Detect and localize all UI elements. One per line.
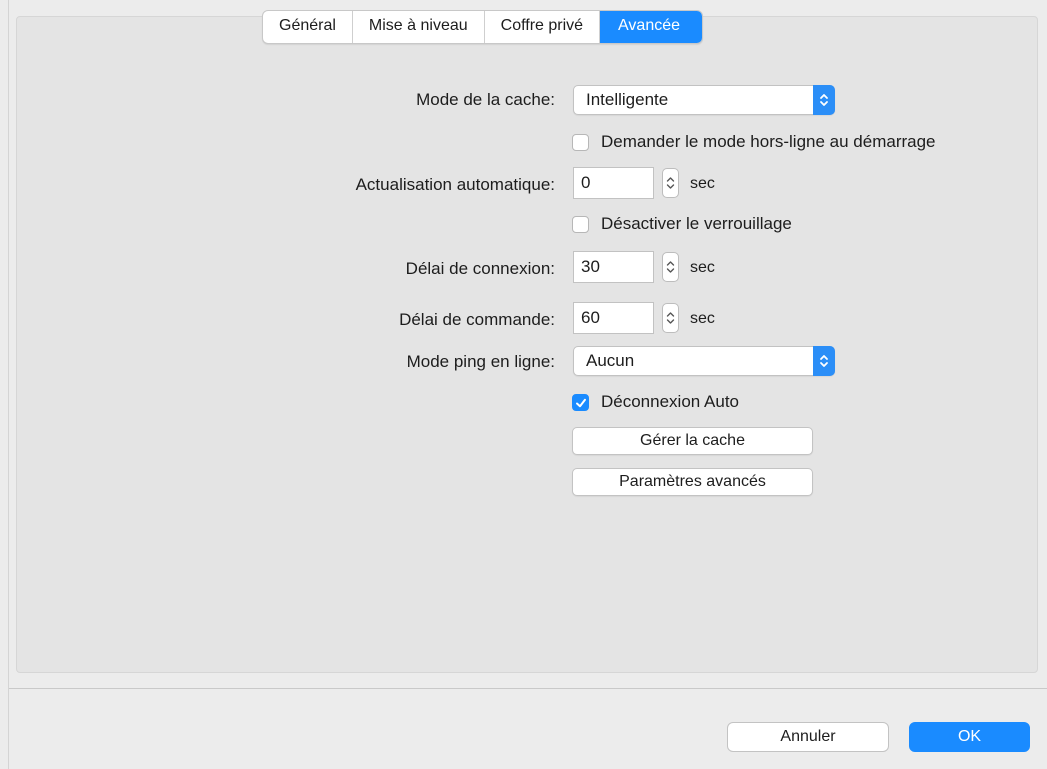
offline-prompt-checkbox[interactable] [572, 134, 589, 151]
auto-disconnect-label: Déconnexion Auto [601, 392, 739, 411]
window-edge [8, 0, 9, 769]
tab-bar: Général Mise à niveau Coffre privé Avanc… [262, 10, 704, 44]
connection-timeout-label: Délai de connexion: [405, 259, 555, 278]
chevron-up-down-icon [813, 85, 835, 115]
auto-refresh-field[interactable]: 0 [573, 167, 654, 199]
tab-upgrade[interactable]: Mise à niveau [353, 11, 485, 43]
command-timeout-unit: sec [690, 310, 715, 327]
checkmark-icon [575, 398, 586, 407]
command-timeout-label: Délai de commande: [399, 310, 555, 329]
disable-locking-label: Désactiver le verrouillage [601, 214, 792, 233]
offline-prompt-label: Demander le mode hors-ligne au démarrage [601, 132, 936, 151]
connection-timeout-stepper[interactable] [662, 252, 679, 282]
tab-general[interactable]: Général [263, 11, 353, 43]
auto-refresh-unit: sec [690, 175, 715, 192]
settings-panel [16, 16, 1038, 673]
ping-mode-label: Mode ping en ligne: [406, 352, 555, 371]
stepper-arrows-icon [666, 312, 675, 324]
command-timeout-stepper[interactable] [662, 303, 679, 333]
advanced-settings-button[interactable]: Paramètres avancés [572, 468, 813, 496]
cache-mode-value: Intelligente [586, 90, 669, 109]
chevron-up-down-icon [813, 346, 835, 376]
manage-cache-button[interactable]: Gérer la cache [572, 427, 813, 455]
cache-mode-select[interactable]: Intelligente [573, 85, 835, 115]
cancel-button[interactable]: Annuler [727, 722, 889, 752]
connection-timeout-unit: sec [690, 259, 715, 276]
ping-mode-value: Aucun [586, 351, 635, 370]
stepper-arrows-icon [666, 261, 675, 273]
ok-button[interactable]: OK [909, 722, 1030, 752]
footer-divider [9, 688, 1047, 689]
disable-locking-checkbox[interactable] [572, 216, 589, 233]
ping-mode-select[interactable]: Aucun [573, 346, 835, 376]
auto-disconnect-checkbox[interactable] [572, 394, 589, 411]
stepper-arrows-icon [666, 177, 675, 189]
command-timeout-field[interactable]: 60 [573, 302, 654, 334]
connection-timeout-field[interactable]: 30 [573, 251, 654, 283]
auto-refresh-stepper[interactable] [662, 168, 679, 198]
tab-private-vault[interactable]: Coffre privé [485, 11, 601, 43]
tab-advanced[interactable]: Avancée [600, 11, 703, 43]
cache-mode-label: Mode de la cache: [416, 90, 555, 109]
auto-refresh-label: Actualisation automatique: [355, 175, 555, 194]
